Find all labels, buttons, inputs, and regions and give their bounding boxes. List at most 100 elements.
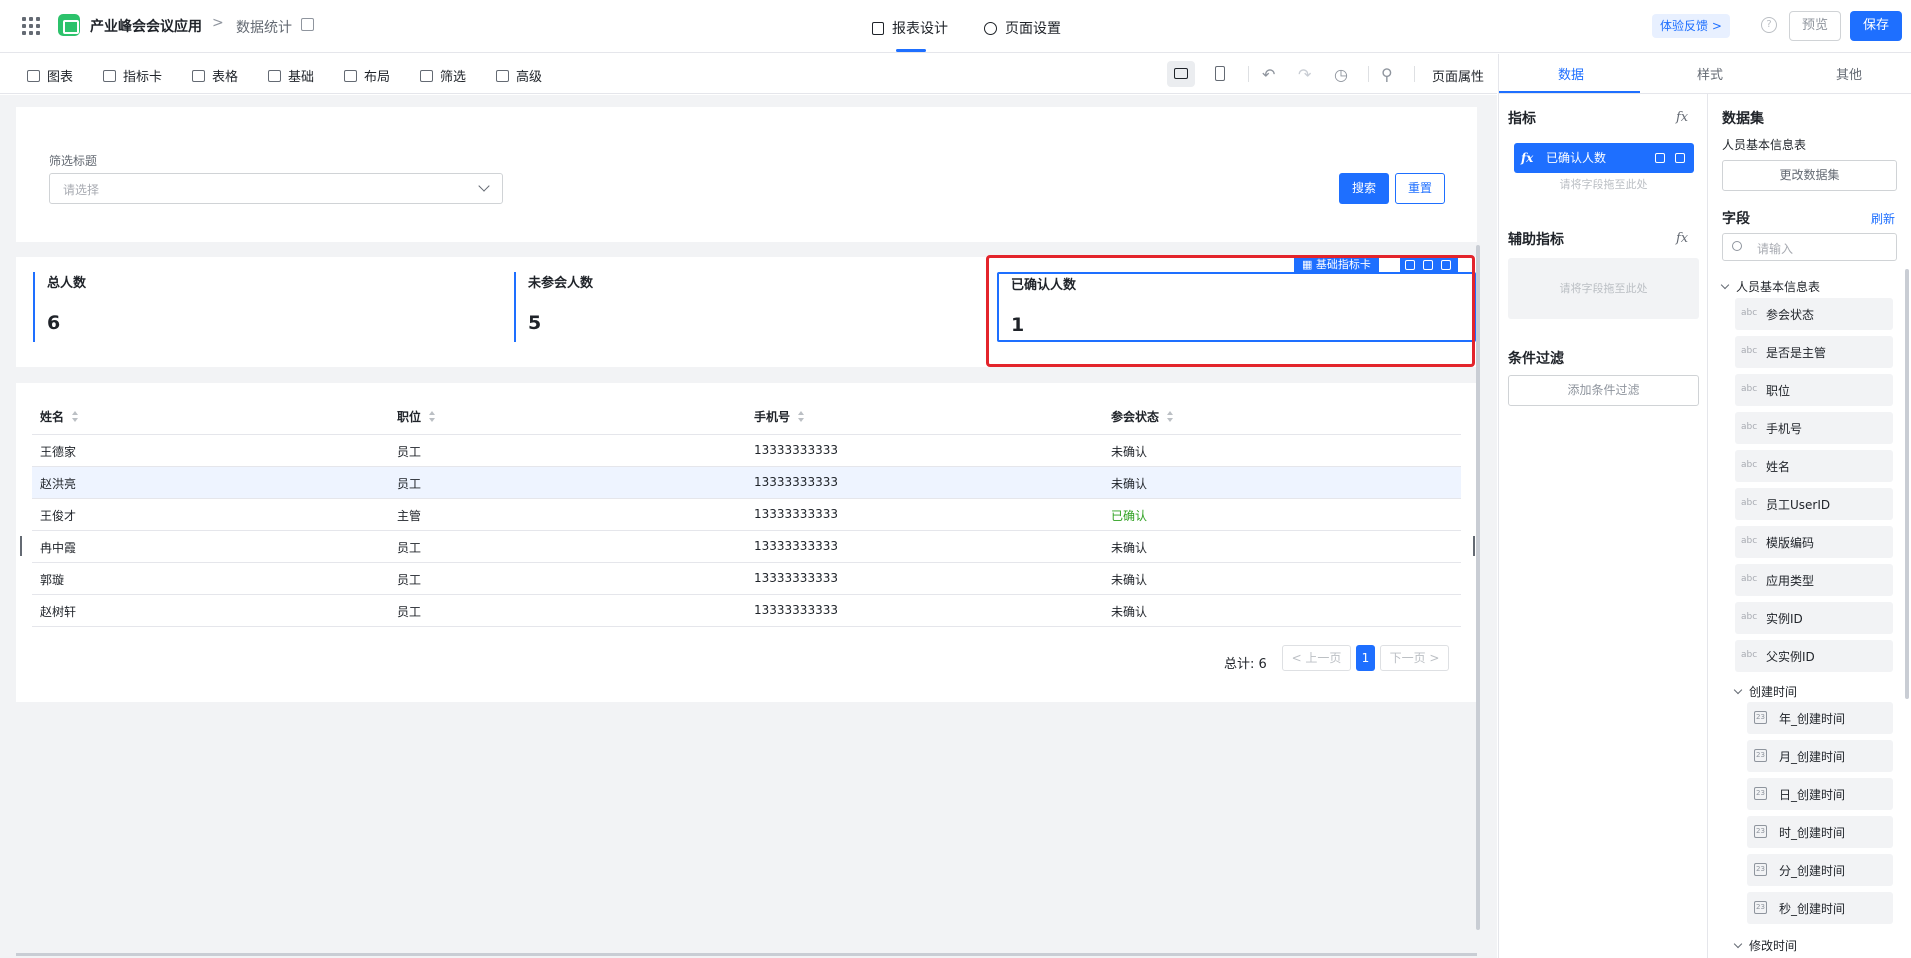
- field-item[interactable]: abc 是否是主管: [1735, 336, 1893, 368]
- desktop-view-button[interactable]: [1167, 61, 1195, 87]
- app-name[interactable]: 产业峰会会议应用: [90, 16, 202, 36]
- toolbar-chart[interactable]: 图表: [27, 66, 73, 85]
- field-search-input[interactable]: 请输入: [1722, 233, 1897, 261]
- metric-drop-zone[interactable]: 请将字段拖至此处: [1508, 175, 1699, 195]
- prev-page-button[interactable]: < 上一页: [1282, 645, 1351, 671]
- column-header-name[interactable]: 姓名: [40, 408, 79, 425]
- toolbar-basic[interactable]: 基础: [268, 66, 314, 85]
- app-grid-icon[interactable]: [22, 17, 40, 35]
- kpi-card-confirmed[interactable]: 已确认人数 1: [997, 272, 1476, 342]
- formula-icon[interactable]: fx: [1676, 110, 1688, 125]
- sort-icon[interactable]: [429, 411, 436, 422]
- field-item[interactable]: abc 手机号: [1735, 412, 1893, 444]
- metric-chip-label: 已确认人数: [1546, 151, 1607, 165]
- date-field-item[interactable]: 23 分_创建时间: [1747, 854, 1893, 886]
- cell-phone: 13333333333: [754, 571, 838, 585]
- field-item[interactable]: abc 父实例ID: [1735, 640, 1893, 672]
- filter-select[interactable]: 请选择: [49, 173, 503, 204]
- toolbar-filter[interactable]: 筛选: [420, 66, 466, 85]
- field-item[interactable]: abc 参会状态: [1735, 298, 1893, 330]
- resize-handle[interactable]: [20, 536, 22, 556]
- table-row[interactable]: 赵洪亮 员工 13333333333 未确认: [32, 467, 1461, 499]
- date-field-item[interactable]: 23 月_创建时间: [1747, 740, 1893, 772]
- table-row[interactable]: 赵树轩 员工 13333333333 未确认: [32, 595, 1461, 627]
- reset-button[interactable]: 重置: [1395, 173, 1445, 204]
- preview-button[interactable]: 预览: [1789, 11, 1841, 41]
- help-icon[interactable]: ?: [1761, 17, 1777, 33]
- formula-icon[interactable]: fx: [1676, 231, 1688, 246]
- current-page-button[interactable]: 1: [1356, 645, 1375, 671]
- date-field-item[interactable]: 23 日_创建时间: [1747, 778, 1893, 810]
- toolbar-layout[interactable]: 布局: [344, 66, 390, 85]
- kpi-card-absent[interactable]: 未参会人数 5: [514, 272, 974, 342]
- tab-page-settings[interactable]: 页面设置: [984, 18, 1061, 38]
- column-header-status[interactable]: 参会状态: [1111, 408, 1174, 425]
- tree-group-modified[interactable]: 修改时间: [1733, 937, 1797, 954]
- table-row[interactable]: 王俊才 主管 13333333333 已确认: [32, 499, 1461, 531]
- kpi-card-total[interactable]: 总人数 6: [33, 272, 493, 342]
- search-button[interactable]: 搜索: [1339, 173, 1389, 204]
- toolbar-kpi-card[interactable]: 指标卡: [103, 66, 162, 85]
- fields-scrollbar[interactable]: [1905, 269, 1909, 699]
- refresh-icon[interactable]: [1405, 260, 1415, 270]
- sort-icon[interactable]: [1167, 411, 1174, 422]
- table-row[interactable]: 郭璇 员工 13333333333 未确认: [32, 563, 1461, 595]
- redo-icon[interactable]: ↷: [1298, 65, 1311, 84]
- toolbar-table[interactable]: 表格: [192, 66, 238, 85]
- sort-icon[interactable]: [72, 411, 79, 422]
- top-bar: 产业峰会会议应用 > 数据统计 报表设计 页面设置 体验反馈 > ? 预览 保存: [0, 0, 1911, 53]
- date-field-item[interactable]: 23 秒_创建时间: [1747, 892, 1893, 924]
- date-field-item[interactable]: 23 年_创建时间: [1747, 702, 1893, 734]
- resize-handle[interactable]: [1473, 536, 1475, 556]
- layout-icon: [344, 70, 357, 82]
- table-row[interactable]: 冉中霞 员工 13333333333 未确认: [32, 531, 1461, 563]
- search-icon[interactable]: ⚲: [1381, 65, 1393, 84]
- date-field-item[interactable]: 23 时_创建时间: [1747, 816, 1893, 848]
- feedback-button[interactable]: 体验反馈 >: [1652, 14, 1730, 38]
- table-row[interactable]: 王德家 员工 13333333333 未确认: [32, 435, 1461, 467]
- cell-position: 员工: [397, 477, 422, 491]
- aux-drop-zone[interactable]: 请将字段拖至此处: [1508, 258, 1699, 319]
- cell-phone: 13333333333: [754, 443, 838, 457]
- undo-icon[interactable]: ↶: [1262, 65, 1275, 84]
- panel-tab-other[interactable]: 其他: [1836, 64, 1862, 83]
- toolbar-advanced[interactable]: 高级: [496, 66, 542, 85]
- calendar-icon: 23: [1754, 863, 1767, 876]
- panel-tab-style[interactable]: 样式: [1697, 64, 1723, 83]
- field-item[interactable]: abc 职位: [1735, 374, 1893, 406]
- field-item[interactable]: abc 姓名: [1735, 450, 1893, 482]
- page-properties-button[interactable]: 页面属性: [1432, 66, 1484, 85]
- cell-phone: 13333333333: [754, 475, 838, 489]
- tab-report-design[interactable]: 报表设计: [872, 18, 948, 38]
- save-button[interactable]: 保存: [1850, 11, 1902, 41]
- report-icon: [872, 22, 884, 35]
- edit-name-icon[interactable]: [301, 18, 314, 31]
- kpi-value: 5: [528, 312, 542, 334]
- delete-icon[interactable]: [1441, 260, 1451, 270]
- edit-icon[interactable]: [1655, 153, 1665, 163]
- add-filter-button[interactable]: 添加条件过滤: [1508, 375, 1699, 406]
- tablet-view-button[interactable]: [1206, 61, 1234, 87]
- field-item[interactable]: abc 实例ID: [1735, 602, 1893, 634]
- copy-icon[interactable]: [1423, 260, 1433, 270]
- tree-root[interactable]: 人员基本信息表: [1720, 278, 1820, 295]
- sort-icon[interactable]: [798, 411, 805, 422]
- delete-icon[interactable]: [1675, 153, 1685, 163]
- panel-tab-data[interactable]: 数据: [1558, 64, 1584, 83]
- kpi-title: 总人数: [47, 276, 87, 291]
- column-header-position[interactable]: 职位: [397, 408, 436, 425]
- next-page-button[interactable]: 下一页 >: [1380, 645, 1449, 671]
- field-item[interactable]: abc 员工UserID: [1735, 488, 1893, 520]
- metric-chip[interactable]: fx 已确认人数: [1514, 143, 1694, 173]
- canvas-scrollbar[interactable]: [1476, 245, 1480, 930]
- column-header-phone[interactable]: 手机号: [754, 408, 805, 425]
- cell-phone: 13333333333: [754, 603, 838, 617]
- change-dataset-button[interactable]: 更改数据集: [1722, 160, 1897, 191]
- history-icon[interactable]: ◷: [1334, 65, 1348, 84]
- field-item[interactable]: abc 模版编码: [1735, 526, 1893, 558]
- tree-group-created[interactable]: 创建时间: [1733, 683, 1797, 700]
- refresh-link[interactable]: 刷新: [1871, 210, 1895, 227]
- canvas-horizontal-scrollbar[interactable]: [16, 953, 1477, 956]
- text-type-icon: abc: [1741, 460, 1758, 470]
- field-item[interactable]: abc 应用类型: [1735, 564, 1893, 596]
